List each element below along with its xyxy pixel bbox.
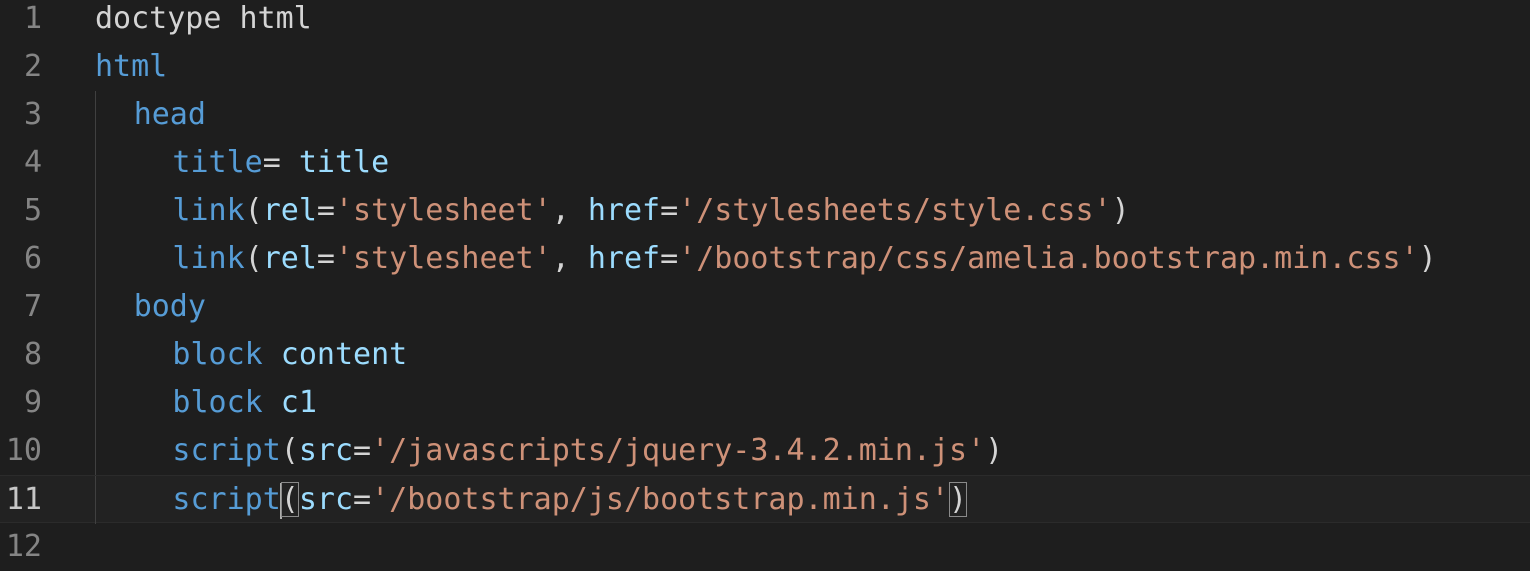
code-line[interactable]: 6 link(rel='stylesheet', href='/bootstrap… [0,235,1530,283]
code-line[interactable]: 11 script(src='/bootstrap/js/bootstrap.mi… [0,475,1530,524]
indent-guide [95,139,96,187]
code-text: script(src='/bootstrap/js/bootstrap.min.… [172,476,968,524]
line-number: 1 [23,1,42,36]
code-token-plain: , [551,241,588,276]
code-token-plain: = [353,433,372,468]
code-text: block content [172,331,407,379]
line-number: 6 [23,241,42,276]
indent-guide [95,187,96,235]
code-token-plain: = [316,241,335,276]
code-token-attribute: c1 [280,385,317,420]
code-line[interactable]: 12 [0,523,1530,571]
code-token-attribute: href [587,241,661,276]
code-token-string: '/javascripts/jquery-3.4.2.min.js' [371,433,986,468]
code-token-tag: script [172,482,281,517]
code-token-plain: ) [1111,193,1130,228]
code-token-string: '/bootstrap/js/bootstrap.min.js' [371,482,950,517]
code-text: body [134,283,206,331]
indent-guide [95,427,96,475]
code-token-string: 'stylesheet' [334,241,552,276]
code-token-plain: ( [280,433,299,468]
code-token-plain: = [353,482,372,517]
code-token-plain: , [551,193,588,228]
code-line[interactable]: 4 title= title [0,139,1530,187]
code-token-string: 'stylesheet' [334,193,552,228]
code-token-tag: block [172,385,263,420]
line-number: 7 [23,289,42,324]
line-number: 5 [23,193,42,228]
code-line[interactable]: 2 html [0,43,1530,91]
code-token-attribute: rel [262,241,317,276]
code-line[interactable]: 3 head [0,91,1530,139]
code-token-plain: doctype html [95,1,312,36]
code-token-plain: ) [985,433,1004,468]
code-token-tag: script [172,433,281,468]
code-token-attribute: href [587,193,661,228]
code-token-plain: = [660,241,679,276]
code-text: block c1 [172,379,317,427]
code-line[interactable]: 1 doctype html [0,0,1530,43]
code-token-attribute: src [298,482,354,517]
code-text: link(rel='stylesheet', href='/stylesheet… [172,187,1129,235]
line-number: 2 [23,49,42,84]
code-token-plain: ( [280,482,299,517]
code-text: title= title [172,139,389,187]
indent-guide [95,331,96,379]
code-line[interactable]: 7 body [0,283,1530,331]
code-token-plain: ) [1418,241,1437,276]
indent-guide [95,235,96,283]
line-number: 4 [23,145,42,180]
line-number: 11 [5,482,42,517]
code-line[interactable]: 5 link(rel='stylesheet', href='/styleshee… [0,187,1530,235]
code-token-tag: html [95,49,168,84]
indent-guide [95,91,96,139]
code-text: link(rel='stylesheet', href='/bootstrap/… [172,235,1436,283]
code-text: doctype html [95,0,312,43]
code-token-plain: = [262,145,299,180]
code-token-attribute: title [298,145,390,180]
code-token-plain: = [660,193,679,228]
code-token-tag: link [172,193,245,228]
indent-guide [95,283,96,331]
code-token-string: '/stylesheets/style.css' [678,193,1112,228]
code-token-plain: ( [244,193,263,228]
code-line[interactable]: 8 block content [0,331,1530,379]
indent-guide [95,379,96,427]
indent-guide [95,476,96,524]
code-token-tag: link [172,241,245,276]
code-token-tag: body [133,289,206,324]
line-number: 12 [5,529,42,564]
code-token-string: '/bootstrap/css/amelia.bootstrap.min.css… [678,241,1419,276]
code-token-tag: title [172,145,263,180]
code-token-plain: ) [949,482,968,517]
code-token-plain: ( [244,241,263,276]
code-editor[interactable]: 1 doctype html 2 html 3 head 4 title= title 5 lin… [0,0,1530,564]
code-token-tag: block [172,337,263,372]
code-text: script(src='/javascripts/jquery-3.4.2.mi… [172,427,1003,475]
code-token-tag: head [133,97,206,132]
code-text: html [95,43,167,91]
code-line[interactable]: 10 script(src='/javascripts/jquery-3.4.2.… [0,427,1530,475]
line-number: 10 [5,433,42,468]
line-number: 9 [23,385,42,420]
line-number: 8 [23,337,42,372]
code-token-attribute: content [280,337,408,372]
code-token-plain: = [316,193,335,228]
code-line[interactable]: 9 block c1 [0,379,1530,427]
code-token-attribute: rel [262,193,317,228]
code-text: head [134,91,206,139]
code-token-attribute: src [298,433,354,468]
line-number: 3 [23,97,42,132]
